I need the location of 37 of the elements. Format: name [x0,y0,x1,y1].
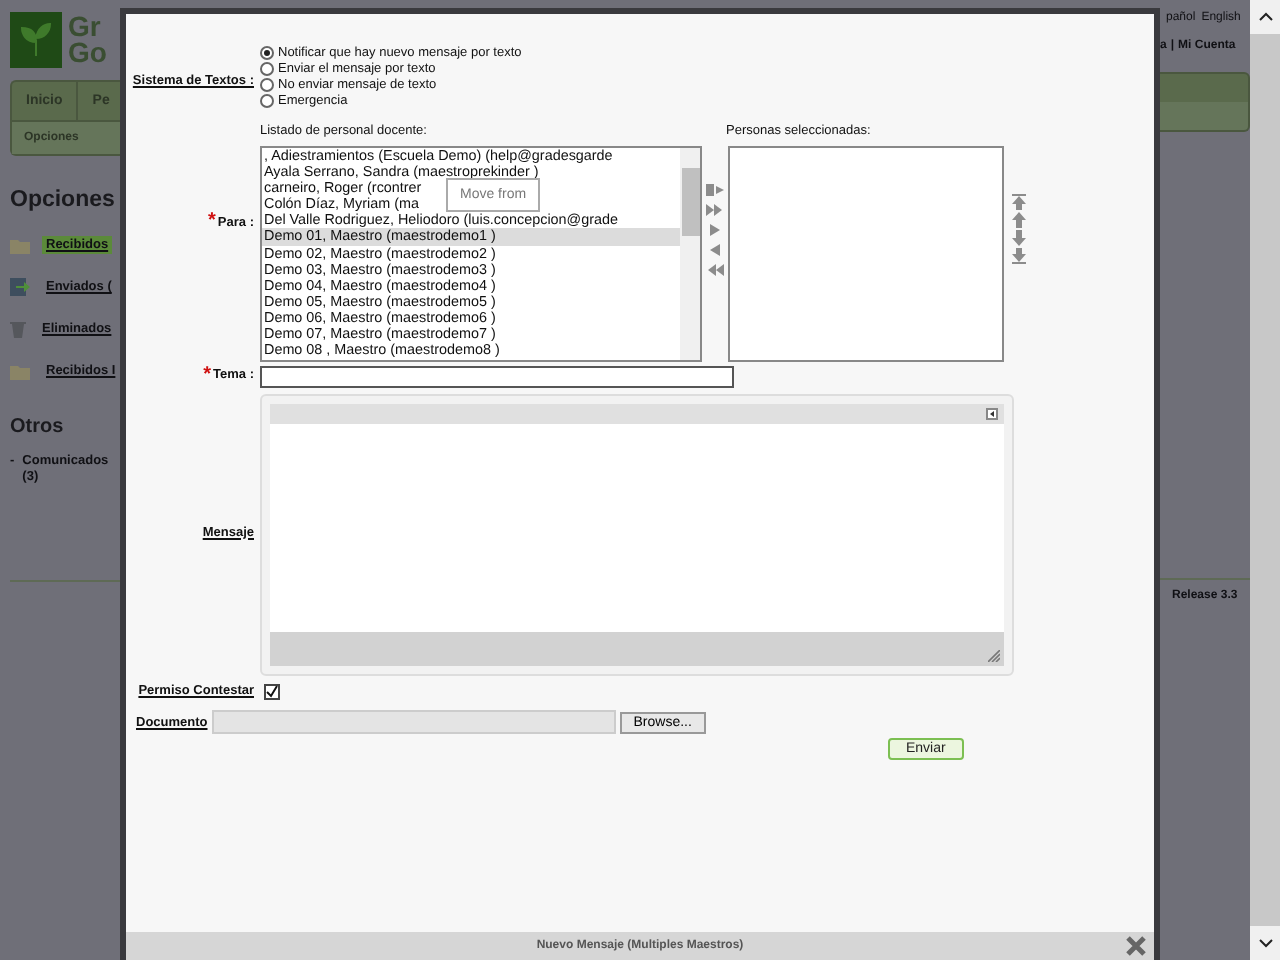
send-icon [10,278,30,296]
left-arrow-icon[interactable] [706,242,724,258]
radio-button[interactable] [260,94,274,108]
checkbox[interactable] [264,684,280,700]
up-arrow-icon[interactable] [1010,212,1028,228]
double-left-icon[interactable] [706,262,724,278]
collapse-toolbar-icon[interactable] [986,408,998,420]
radio-button[interactable] [260,78,274,92]
scroll-up-icon[interactable] [1257,12,1273,22]
page-scrollbar[interactable] [1250,0,1280,960]
logo-text: Go [68,40,107,66]
trash-icon [10,320,26,338]
double-right-icon[interactable] [706,202,724,218]
scroll-down-icon[interactable] [1257,938,1273,948]
staff-listbox[interactable] [260,146,702,362]
nav-bar [1160,72,1250,132]
logo-text: Gr [68,14,103,40]
folder-icon [10,363,30,379]
subject-field[interactable] [260,366,734,388]
move-bottom-icon[interactable] [1010,248,1028,264]
radio-button[interactable] [260,46,274,60]
close-icon[interactable] [1126,936,1146,956]
scrollbar[interactable] [680,148,700,360]
right-arrow-icon[interactable] [706,222,724,238]
folder-icon [10,237,30,253]
move-selected-icon[interactable] [706,182,724,198]
file-field[interactable] [211,710,616,734]
section-heading: Otros [10,416,66,438]
required-asterisk: * [203,364,212,386]
resize-handle-icon[interactable] [988,650,1000,662]
selected-listbox[interactable] [728,146,1004,362]
logo-icon [10,12,62,68]
required-asterisk: * [208,210,216,232]
radio-button[interactable] [260,62,274,76]
move-top-icon[interactable] [1010,194,1028,210]
section-heading: Opciones [10,188,117,212]
down-arrow-icon[interactable] [1010,230,1028,246]
